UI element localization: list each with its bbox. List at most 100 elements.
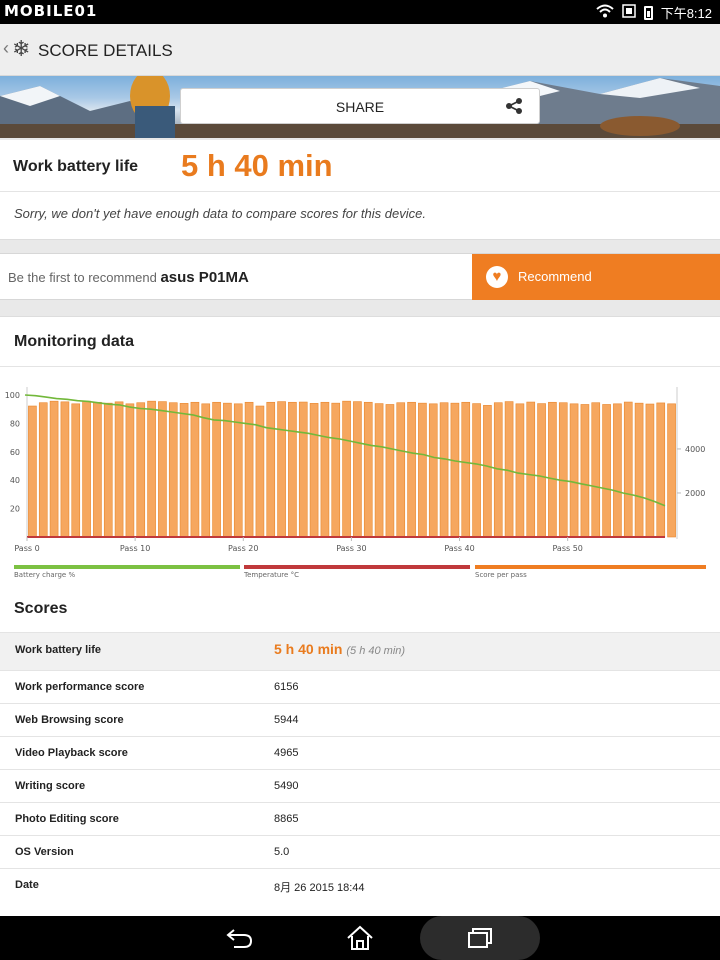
divider: [0, 191, 720, 192]
score-bar: [569, 403, 579, 538]
x-tick-label: Pass 30: [336, 544, 366, 553]
score-row: Work performance score 6156: [0, 670, 720, 703]
share-button[interactable]: SHARE: [180, 88, 540, 124]
score-row: Photo Editing score 8865: [0, 802, 720, 835]
score-bar: [82, 400, 91, 538]
score-bar: [450, 402, 460, 538]
score-value: 5944: [274, 714, 299, 726]
score-value: 5490: [274, 780, 299, 792]
score-label: Photo Editing score: [15, 813, 119, 825]
score-bar: [634, 402, 644, 538]
left-tick-label: 100: [5, 391, 20, 400]
score-row: Date 8月 26 2015 18:44: [0, 868, 720, 901]
share-icon: [505, 97, 523, 120]
monitoring-title: Monitoring data: [14, 333, 134, 350]
score-label: Work performance score: [15, 681, 145, 693]
score-label: Video Playback score: [15, 747, 128, 759]
x-tick-label: Pass 40: [444, 544, 474, 553]
score-bar: [71, 403, 81, 538]
score-value: 5 h 40 min (5 h 40 min): [274, 641, 405, 657]
score-bar: [103, 402, 113, 538]
legend-score-swatch: [475, 565, 706, 569]
battery-icon: [643, 5, 653, 20]
score-bar: [342, 400, 351, 538]
wifi-icon: [596, 4, 614, 21]
score-label: Date: [15, 879, 39, 891]
status-time: 下午8:12: [660, 6, 712, 21]
score-bar: [602, 404, 611, 538]
battery-life-card: Work battery life 5 h 40 min Sorry, we d…: [0, 140, 720, 240]
back-chevron-icon[interactable]: ‹: [3, 38, 9, 59]
x-tick-label: Pass 0: [14, 544, 39, 553]
legend-temperature-label: Temperature °C: [244, 571, 299, 579]
recommend-prefix: Be the first to recommend: [8, 270, 161, 285]
navigation-bar: [0, 916, 720, 960]
left-tick-label: 80: [10, 419, 20, 428]
x-tick-label: Pass 20: [228, 544, 258, 553]
score-bar: [179, 403, 189, 538]
score-bar: [201, 403, 211, 538]
score-row: Video Playback score 4965: [0, 736, 720, 769]
score-bar: [537, 403, 546, 538]
battery-life-value: 5 h 40 min: [181, 148, 333, 183]
score-bar: [645, 403, 655, 538]
monitoring-chart: 100 80 60 40 20 4000 2000 Pass 0 Pass 10 Pass 20 P…: [5, 387, 705, 553]
score-bar: [298, 401, 308, 538]
score-value: 8月 26 2015 18:44: [274, 882, 365, 894]
score-row: OS Version 5.0: [0, 835, 720, 868]
home-button[interactable]: [340, 924, 380, 952]
score-bar: [28, 405, 37, 538]
score-bar: [656, 402, 666, 538]
score-label: Web Browsing score: [15, 714, 124, 726]
score-bar: [591, 402, 601, 538]
left-tick-label: 40: [10, 476, 20, 485]
share-label: SHARE: [335, 99, 385, 115]
score-bar: [439, 402, 449, 538]
app-bar: ‹ ❄ SCORE DETAILS: [0, 24, 720, 76]
score-sub-value: (5 h 40 min): [346, 645, 406, 657]
score-bar: [428, 403, 438, 538]
score-bar: [613, 403, 622, 538]
battery-life-label: Work battery life: [13, 158, 139, 175]
score-label: OS Version: [15, 846, 74, 858]
brand-watermark: MOBILE01: [4, 2, 98, 20]
score-row: Work battery life 5 h 40 min (5 h 40 min…: [0, 632, 720, 670]
page-title: SCORE DETAILS: [38, 41, 173, 60]
score-bar: [320, 401, 330, 538]
score-bar: [396, 402, 406, 538]
recommend-text: Be the first to recommend asus P01MA: [8, 269, 249, 286]
score-value: 4965: [274, 747, 299, 759]
divider: [0, 366, 720, 367]
score-bar: [472, 403, 481, 538]
score-bar: [60, 401, 70, 538]
score-bar: [212, 401, 221, 538]
recommend-button-label: Recommend: [518, 269, 592, 284]
score-value: 5.0: [274, 846, 290, 858]
home-icon: [347, 925, 373, 950]
score-bar: [461, 401, 471, 538]
score-bar: [353, 401, 362, 538]
score-bar: [114, 401, 124, 538]
score-bar: [125, 403, 135, 538]
score-bar: [223, 402, 232, 538]
score-bar: [504, 401, 514, 538]
score-row: Writing score 5490: [0, 769, 720, 802]
score-bar: [288, 401, 297, 538]
back-button[interactable]: [220, 924, 260, 952]
snowflake-logo-icon[interactable]: ❄: [12, 36, 30, 62]
left-tick-label: 60: [10, 448, 20, 457]
score-bar: [233, 403, 243, 538]
score-label: Writing score: [15, 780, 86, 792]
score-bar: [548, 401, 557, 538]
recents-button[interactable]: [460, 924, 500, 952]
legend-temperature-swatch: [244, 565, 470, 569]
comparison-note: Sorry, we don't yet have enough data to …: [14, 206, 426, 221]
scores-title: Scores: [14, 600, 68, 617]
score-bar: [147, 400, 156, 538]
score-bar: [515, 403, 525, 538]
legend-battery: Battery charge %: [14, 565, 240, 581]
recommend-button[interactable]: ♥ Recommend: [472, 254, 720, 300]
score-bar: [168, 402, 178, 538]
score-bar: [580, 404, 590, 538]
score-bar: [309, 403, 319, 538]
